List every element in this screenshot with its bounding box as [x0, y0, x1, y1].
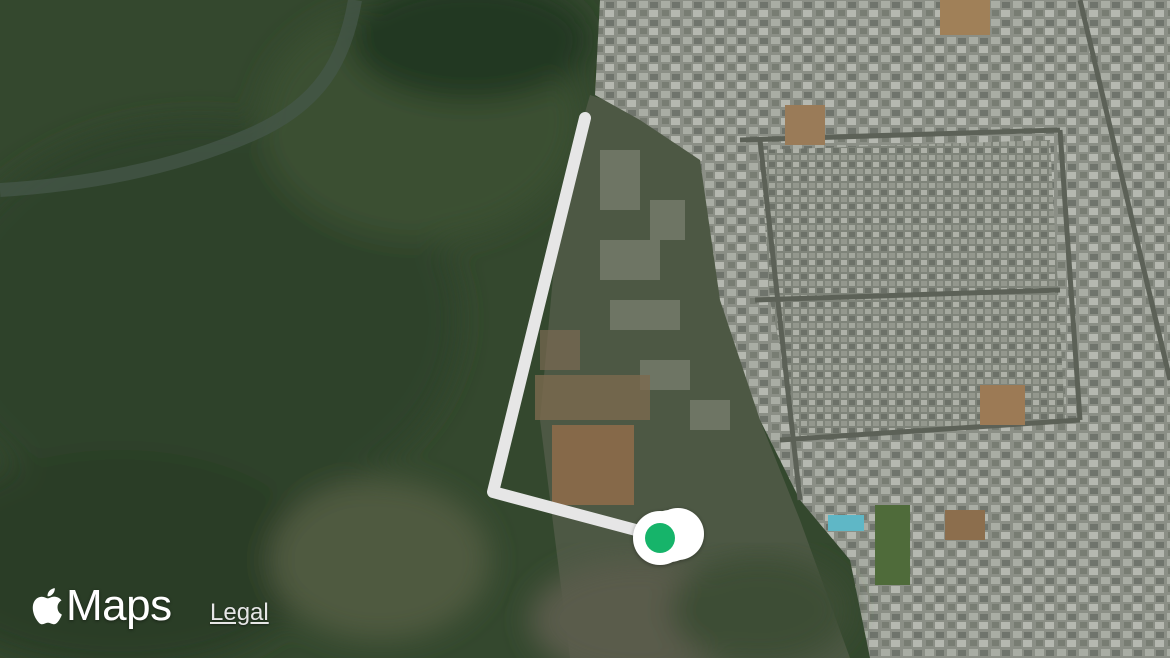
green-lot	[875, 505, 910, 585]
legal-link[interactable]: Legal	[210, 599, 269, 627]
dirt-field	[980, 385, 1025, 425]
apple-logo-icon	[32, 588, 62, 625]
dirt-field	[535, 375, 650, 420]
marker-front-dot	[645, 523, 675, 553]
dirt-field	[785, 105, 825, 145]
dirt-field	[540, 330, 580, 370]
dirt-field	[552, 425, 634, 505]
dirt-field	[940, 0, 990, 35]
apple-maps-brand: Maps	[30, 584, 172, 628]
satellite-map[interactable]	[0, 0, 1170, 658]
dirt-field	[945, 510, 985, 540]
swimming-pool	[828, 515, 864, 531]
southern-fringe	[530, 555, 850, 658]
maps-wordmark: Maps	[66, 581, 172, 630]
